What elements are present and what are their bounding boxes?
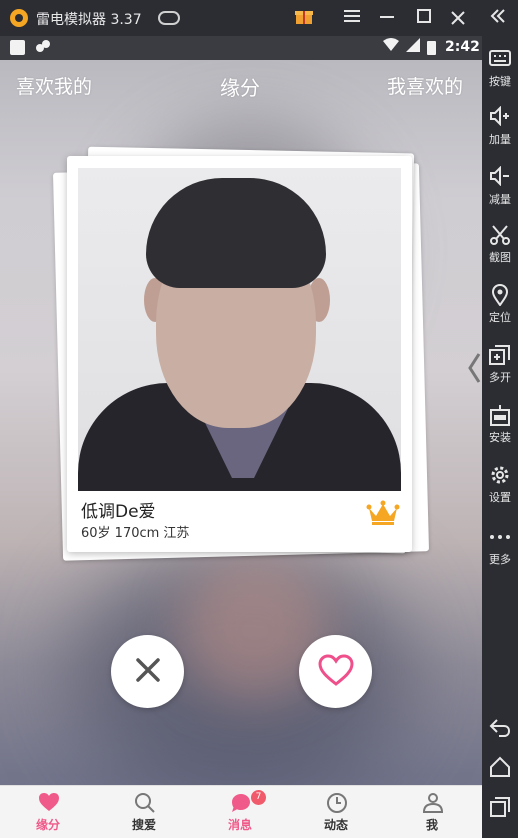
battery-icon [427,41,436,55]
gamepad-icon[interactable] [158,11,180,25]
sidebar-item-volume-up[interactable]: 加量 [482,105,518,147]
dislike-button[interactable] [111,635,184,708]
profile-card[interactable]: 低调De爱 60岁 170cm 江苏 [67,156,412,552]
multi-window-icon [489,344,511,366]
notification-square-icon [10,40,25,55]
nav-item-search[interactable]: 搜爱 [96,786,192,838]
recent-apps-icon [489,796,511,818]
android-status-bar: 2:42 [0,36,482,60]
sidebar-item-screenshot[interactable]: 截图 [482,224,518,265]
android-home-button[interactable] [482,756,518,778]
tab-liked-me[interactable]: 喜欢我的 [16,72,92,99]
back-arrow-icon [489,716,511,738]
unread-badge: 7 [251,790,266,805]
search-icon [134,792,156,814]
nav-item-me[interactable]: 我 [384,786,480,838]
nav-item-fate[interactable]: 缘分 [0,786,96,838]
heart-icon [38,792,60,814]
chat-bubble-icon [230,792,252,814]
sidebar-item-settings[interactable]: 设置 [482,464,518,505]
nav-label: 动态 [323,818,348,832]
android-back-button[interactable] [482,716,518,738]
status-time: 2:42 [445,39,480,55]
keyboard-icon [489,48,511,70]
sidebar-item-multi-instance[interactable]: 多开 [482,344,518,385]
emulator-titlebar: 雷电模拟器 3.37 [0,0,518,36]
apk-install-icon [489,404,511,426]
sidebar-label: 按键 [489,75,511,88]
sidebar-label: 设置 [489,491,511,504]
volume-down-icon [489,165,511,188]
bottom-nav: 缘分 搜爱 7 消息 动态 我 [0,785,482,838]
sidebar-label: 更多 [489,553,511,566]
tab-fate[interactable]: 缘分 [220,72,260,101]
wifi-icon [383,38,399,56]
profile-photo[interactable] [78,168,401,491]
sidebar-label: 加量 [489,133,511,146]
sidebar-item-volume-down[interactable]: 减量 [482,165,518,207]
close-icon [135,657,161,687]
gift-icon[interactable] [292,6,316,30]
nav-label: 缘分 [35,818,60,832]
tab-i-liked[interactable]: 我喜欢的 [387,72,463,99]
window-title: 雷电模拟器 3.37 [36,12,142,28]
sidebar-label: 定位 [489,311,511,324]
sidebar-label: 安装 [489,431,511,444]
chevron-left-icon[interactable] [467,348,482,388]
sidebar-label: 截图 [489,251,511,264]
sidebar-label: 多开 [489,371,511,384]
sidebar-item-keymap[interactable]: 按键 [482,48,518,89]
scissors-icon [489,224,511,246]
collapse-sidebar-icon[interactable] [486,6,510,30]
nav-item-messages[interactable]: 7 消息 [192,786,288,838]
volume-up-icon [489,105,511,128]
android-recents-button[interactable] [482,796,518,818]
more-dots-icon [489,526,511,548]
home-icon [489,756,511,778]
like-button[interactable] [299,635,372,708]
menu-icon[interactable] [340,6,364,30]
minimize-icon[interactable] [375,6,399,30]
sidebar-item-location[interactable]: 定位 [482,283,518,325]
emulator-logo-icon [10,9,28,27]
sidebar-item-install[interactable]: 安装 [482,404,518,445]
signal-icon [406,38,420,56]
close-window-icon[interactable] [446,6,470,30]
location-pin-icon [489,283,511,307]
heart-icon [317,653,355,691]
profile-info: 60岁 170cm 江苏 [81,526,190,541]
emulator-sidebar: 按键 加量 减量 截图 定位 多开 安装 设置 更多 [482,36,518,838]
sidebar-item-more[interactable]: 更多 [482,526,518,567]
crown-icon [366,500,400,526]
nav-label: 我 [425,818,438,832]
maximize-icon[interactable] [412,6,436,30]
top-tabs: 喜欢我的 缘分 我喜欢的 [0,60,482,106]
notification-app-icon [34,38,52,58]
gear-icon [489,464,511,486]
sidebar-label: 减量 [489,193,511,206]
nav-label: 搜爱 [131,818,156,832]
profile-name: 低调De爱 [81,502,156,522]
nav-label: 消息 [227,818,252,832]
nav-item-moments[interactable]: 动态 [288,786,384,838]
person-icon [422,792,444,814]
app-screen: 喜欢我的 缘分 我喜欢的 低调De爱 60岁 170cm 江苏 缘分 搜爱 7 … [0,60,482,838]
clock-icon [326,792,348,814]
